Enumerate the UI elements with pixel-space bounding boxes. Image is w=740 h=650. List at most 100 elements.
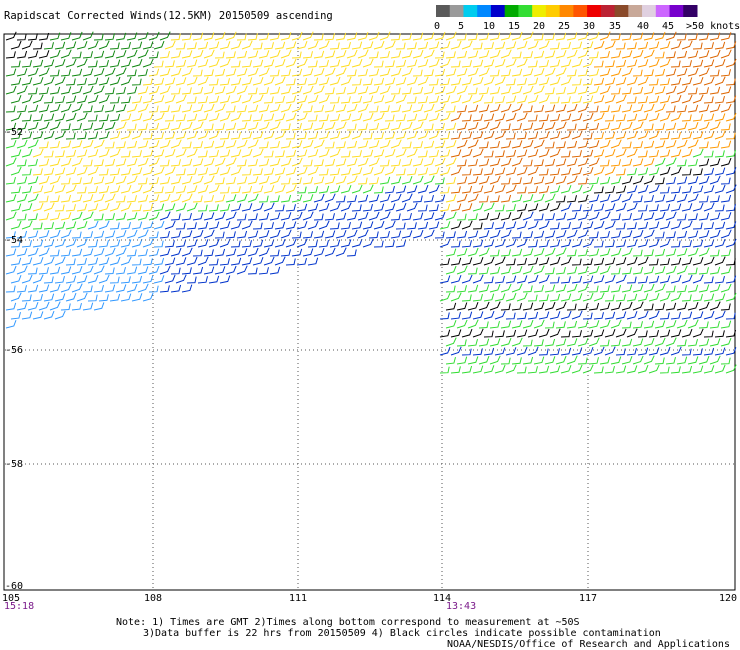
wind-barb [522, 139, 534, 149]
wind-barb [720, 357, 731, 365]
wind-barb [82, 122, 94, 131]
wind-barb [241, 220, 253, 230]
wind-barb [285, 167, 297, 176]
wind-barb [164, 131, 176, 140]
wind-barb [643, 266, 655, 275]
wind-barb [714, 204, 725, 212]
wind-barb [423, 140, 435, 149]
wind-barb [60, 303, 71, 311]
wind-barb [637, 204, 648, 212]
wind-barb [324, 50, 336, 59]
wind-barb [274, 130, 286, 140]
wind-barb [483, 276, 494, 284]
legend-label: 10 [483, 21, 495, 32]
wind-barb [21, 274, 33, 284]
wind-barb [560, 59, 572, 68]
wind-barb [379, 31, 391, 41]
wind-barb [511, 68, 523, 77]
wind-barb [571, 150, 582, 158]
wind-barb [434, 177, 445, 185]
wind-barb [703, 150, 714, 158]
wind-barb [10, 275, 22, 284]
wind-barb [412, 195, 423, 203]
wind-barb [489, 175, 501, 185]
wind-barb [610, 267, 621, 275]
wind-barb [71, 211, 83, 221]
wind-barb [626, 311, 638, 320]
wind-barb [428, 167, 440, 176]
wind-barb [137, 32, 149, 41]
wind-barb [43, 59, 55, 68]
wind-barb [5, 176, 16, 185]
wind-barb [324, 141, 335, 149]
wind-barb [621, 338, 633, 347]
wind-barb [456, 50, 468, 59]
wind-barb [588, 302, 600, 311]
wind-barb [648, 149, 659, 158]
wind-barb [164, 60, 175, 68]
wind-barb [709, 158, 721, 167]
wind-barb [98, 239, 109, 248]
wind-barb [126, 249, 137, 257]
wind-barb [126, 69, 137, 77]
wind-barb [670, 95, 682, 104]
wind-barb [566, 195, 577, 203]
wind-barb [104, 67, 116, 77]
wind-barb [725, 204, 736, 212]
wind-barb [32, 202, 44, 212]
wind-barb [329, 185, 341, 194]
wind-barb [351, 167, 363, 176]
wind-barb [703, 202, 715, 212]
wind-barb [615, 348, 626, 356]
wind-barb [670, 220, 682, 230]
wind-barb [93, 104, 104, 113]
wind-barb [588, 285, 599, 293]
wind-barb [428, 149, 439, 158]
wind-barb [230, 166, 242, 176]
wind-barb [709, 229, 721, 239]
wind-barb [153, 186, 164, 194]
wind-barb [577, 140, 589, 149]
wind-barb [439, 329, 451, 338]
wind-barb [412, 121, 424, 131]
wind-barb [280, 177, 291, 185]
wind-barb [362, 184, 374, 194]
wind-barb [241, 60, 252, 68]
wind-barb [434, 123, 445, 131]
wind-barb [324, 87, 335, 95]
wind-barb [709, 338, 721, 347]
wind-barb [494, 167, 506, 176]
wind-barb [148, 105, 159, 113]
wind-barb [10, 149, 22, 158]
wind-barb [522, 265, 534, 275]
wind-barb [236, 122, 248, 131]
wind-barb [21, 311, 33, 320]
wind-barb [549, 276, 560, 284]
wind-barb [461, 77, 473, 86]
wind-barb [698, 267, 709, 275]
wind-barb [544, 301, 556, 311]
wind-barb [159, 31, 171, 41]
wind-barb [318, 40, 330, 50]
wind-barb [560, 167, 572, 176]
wind-barb [291, 211, 303, 221]
wind-barb [560, 330, 571, 338]
wind-barb [632, 266, 644, 275]
wind-barb [225, 157, 237, 167]
wind-barb [225, 248, 237, 257]
wind-barb [687, 193, 699, 203]
wind-barb [489, 301, 501, 311]
wind-barb [170, 247, 182, 257]
wind-barb [593, 166, 605, 176]
wind-barb [87, 257, 99, 266]
wind-barb [175, 202, 187, 212]
wind-barb [676, 139, 688, 149]
wind-barb [357, 177, 368, 185]
wind-barb [21, 185, 33, 194]
wind-barb [296, 166, 308, 176]
wind-barb [324, 158, 336, 167]
wind-barb [714, 347, 726, 356]
wind-barb [49, 212, 61, 221]
wind-barb [357, 229, 369, 239]
wind-barb [538, 203, 550, 212]
